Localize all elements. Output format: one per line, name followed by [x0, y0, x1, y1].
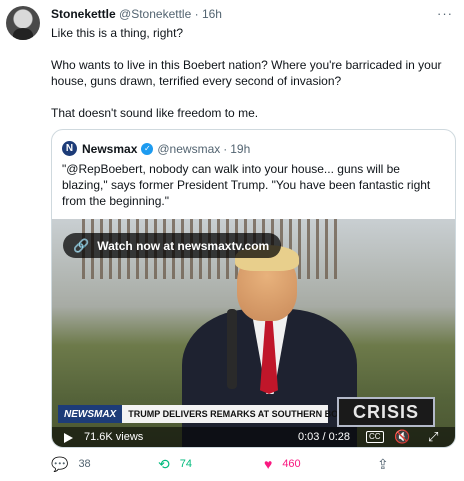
reply-button[interactable]: 💬 38	[51, 457, 91, 471]
quoted-tweet-time: 19h	[230, 141, 251, 156]
tweet-text-line-1: Like this is a thing, right?	[51, 26, 184, 40]
chyron-logo: NEWSMAX	[58, 405, 123, 423]
share-button[interactable]: ⇪	[377, 457, 399, 471]
view-count: 71.6K views	[84, 431, 144, 443]
video-player[interactable]: 🔗 Watch now at newsmaxtv.com NEWSMAX TRU…	[52, 219, 455, 447]
closed-captions-icon[interactable]: CC	[366, 431, 384, 443]
chyron-headline: TRUMP DELIVERS REMARKS AT SOUTHERN BORDE…	[128, 409, 364, 419]
mute-icon[interactable]: 🔇	[394, 429, 410, 445]
retweet-count: 74	[179, 458, 192, 470]
link-icon: 🔗	[73, 237, 90, 253]
quoted-tweet[interactable]: N Newsmax ✓ @newsmax · 19h "@RepBoebert,…	[51, 129, 456, 448]
verified-badge-icon: ✓	[141, 142, 154, 155]
news-chyron: NEWSMAX TRUMP DELIVERS REMARKS AT SOUTHE…	[52, 397, 455, 429]
video-controls: 71.6K views 0:03 / 0:28 CC 🔇 ⤢	[52, 427, 455, 447]
tweet-text-line-3: house, guns drawn, terrified every secon…	[51, 74, 342, 88]
video-duration: 0:03 / 0:28	[298, 431, 350, 443]
tweet-actions: 💬 38 ⟲ 74 ♥ 460 ⇪	[51, 457, 401, 475]
more-options-icon[interactable]: ···	[437, 6, 453, 21]
share-icon: ⇪	[377, 456, 389, 472]
retweet-button[interactable]: ⟲ 74	[158, 457, 192, 471]
tweet[interactable]: Stonekettle @Stonekettle · 16h ··· Like …	[0, 0, 464, 481]
retweet-icon: ⟲	[158, 456, 170, 472]
reply-icon: 💬	[51, 456, 69, 472]
watch-now-label: Watch now at newsmaxtv.com	[97, 238, 270, 253]
crisis-badge: CRISIS	[337, 397, 435, 427]
like-count: 460	[282, 458, 301, 470]
fullscreen-icon[interactable]: ⤢	[428, 429, 438, 445]
heart-icon: ♥	[264, 456, 273, 472]
author-handle[interactable]: @Stonekettle	[119, 7, 191, 21]
newsmax-logo-icon: N	[62, 141, 77, 156]
watch-now-link[interactable]: 🔗 Watch now at newsmaxtv.com	[63, 233, 282, 258]
quoted-tweet-text: "@RepBoebert, nobody can walk into your …	[62, 162, 431, 208]
microphone-image	[227, 309, 237, 389]
quoted-tweet-header: N Newsmax ✓ @newsmax · 19h	[62, 141, 250, 156]
quoted-author-handle: @newsmax	[157, 141, 221, 156]
chyron-bar: NEWSMAX TRUMP DELIVERS REMARKS AT SOUTHE…	[58, 405, 364, 423]
avatar[interactable]	[6, 6, 40, 40]
author-name[interactable]: Stonekettle	[51, 7, 116, 21]
tweet-text-line-4: That doesn't sound like freedom to me.	[51, 106, 259, 120]
like-button[interactable]: ♥ 460	[264, 457, 301, 471]
play-icon[interactable]	[64, 433, 73, 443]
tweet-text-line-2: Who wants to live in this Boebert nation…	[51, 58, 442, 72]
tweet-time[interactable]: 16h	[202, 7, 222, 21]
quoted-author-name: Newsmax	[82, 141, 138, 156]
quoted-header-separator: ·	[223, 141, 228, 156]
header-separator: ·	[194, 7, 199, 21]
reply-count: 38	[78, 458, 91, 470]
tweet-header: Stonekettle @Stonekettle · 16h	[51, 7, 222, 21]
